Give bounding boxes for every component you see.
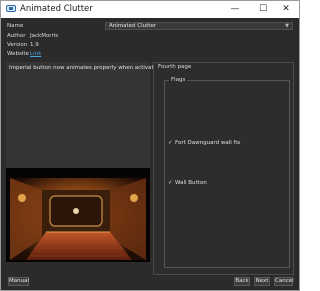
chevron-down-icon[interactable]: ▼ — [285, 23, 289, 30]
flags-group-title: Flags — [169, 77, 188, 84]
option-select-value: Animated Clutter — [109, 23, 157, 29]
content-area: Name Animated Clutter ▼ Author JackMorri… — [1, 18, 299, 290]
version-label: Version — [7, 42, 28, 48]
cancel-button[interactable]: Cancel — [274, 277, 294, 286]
preview-image — [6, 168, 150, 262]
option-fort-dawnguard-wall-fix[interactable]: ✓ Fort Dawnguard wall fix — [168, 140, 240, 147]
option-wall-button[interactable]: ✓ Wall Button — [168, 180, 207, 187]
minimize-button[interactable]: — — [222, 1, 248, 18]
description-box[interactable]: Imperial button now animates properly wh… — [6, 62, 161, 185]
page-panel: Fourth page Flags ✓ Fort Dawnguard wall f… — [153, 62, 294, 275]
author-value: JackMorris — [30, 33, 59, 39]
next-button[interactable]: Next — [254, 277, 270, 286]
description-text: Imperial button now animates properly wh… — [9, 65, 161, 71]
close-button[interactable]: ✕ — [273, 1, 299, 18]
preview-scene — [6, 168, 150, 262]
window-title: Animated Clutter — [20, 4, 93, 14]
website-link[interactable]: Link — [30, 51, 41, 58]
flags-group: Flags ✓ Fort Dawnguard wall fix ✓ Wall But… — [164, 77, 290, 268]
option-label: Fort Dawnguard wall fix — [175, 140, 241, 146]
app-window-icon — [6, 5, 16, 12]
manual-button[interactable]: Manual — [8, 277, 29, 286]
checkmark-icon[interactable]: ✓ — [168, 180, 175, 187]
page-title: Fourth page — [158, 64, 192, 70]
installer-window: Animated Clutter — ☐ ✕ Name Animated Clu… — [0, 0, 300, 291]
option-select[interactable]: Animated Clutter ▼ — [105, 22, 293, 30]
website-label: Website — [7, 51, 29, 57]
title-bar: Animated Clutter — ☐ ✕ — [1, 1, 299, 18]
checkmark-icon[interactable]: ✓ — [168, 140, 175, 147]
author-label: Author — [7, 33, 26, 39]
option-label: Wall Button — [175, 180, 207, 186]
version-value: 1.9 — [30, 42, 39, 48]
back-button[interactable]: Back — [234, 277, 250, 286]
name-label: Name — [7, 23, 24, 29]
